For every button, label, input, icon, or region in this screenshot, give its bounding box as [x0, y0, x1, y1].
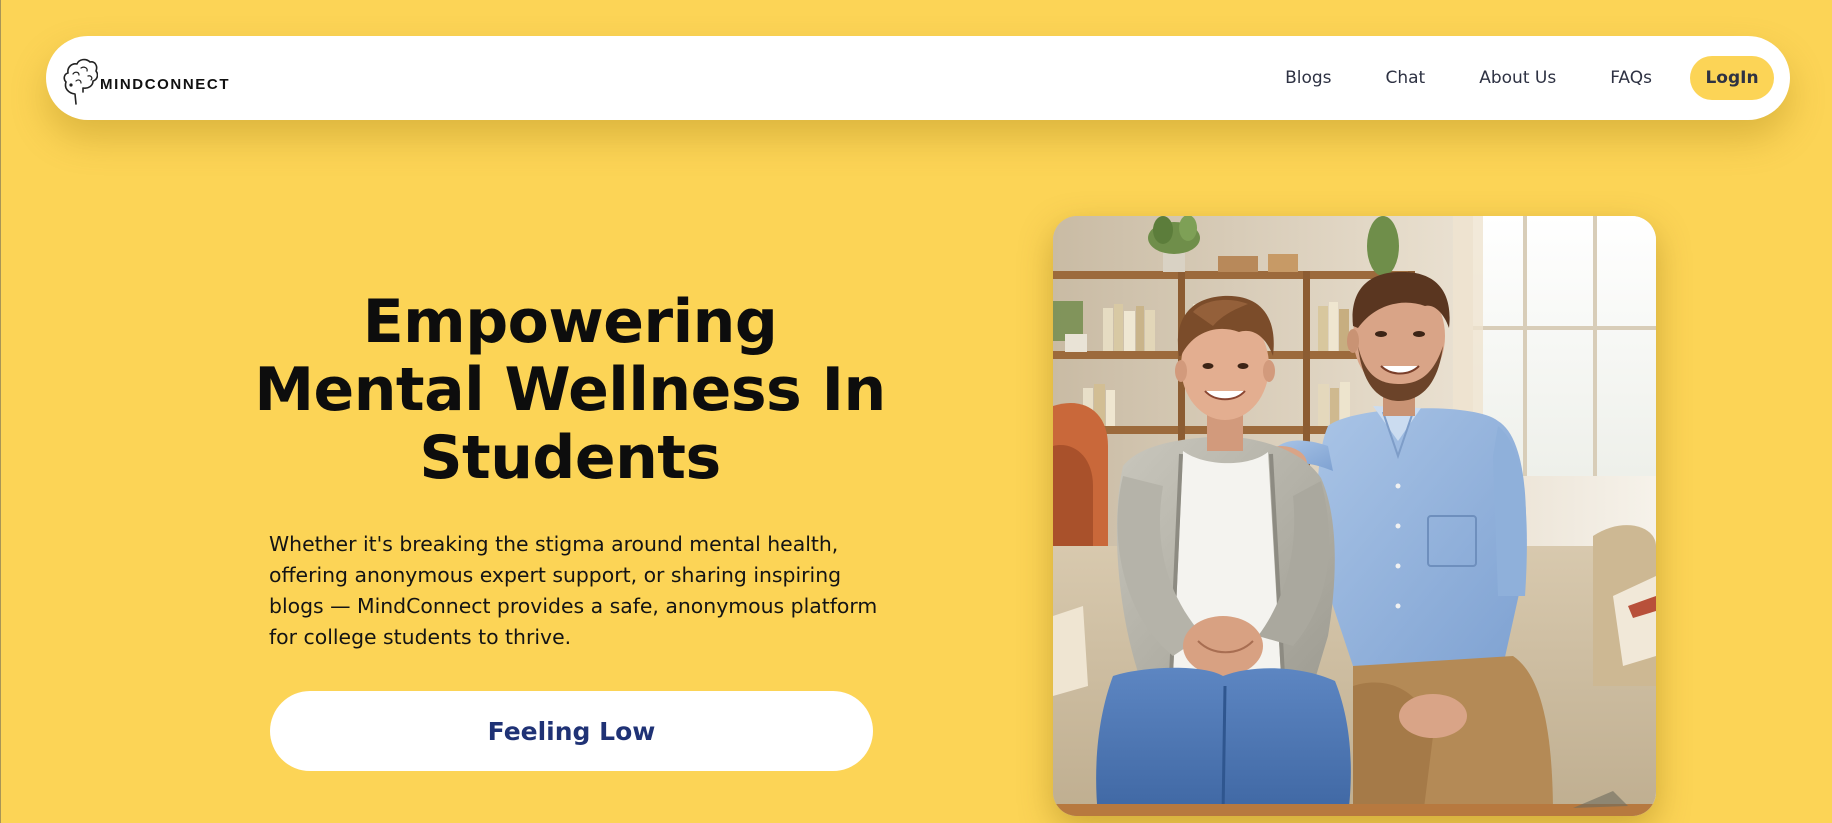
- nav-link-chat[interactable]: Chat: [1386, 68, 1426, 88]
- hero-title: Empowering Mental Wellness In Students: [250, 288, 890, 492]
- nav-link-blogs[interactable]: Blogs: [1285, 68, 1331, 88]
- feeling-low-button[interactable]: Feeling Low: [270, 691, 873, 771]
- brand-name: MINDCONNECT: [100, 75, 231, 93]
- nav-links: Blogs Chat About Us FAQs LogIn: [1285, 36, 1774, 120]
- brain-head-icon: [63, 58, 98, 105]
- navbar: MINDCONNECT Blogs Chat About Us FAQs Log…: [46, 36, 1790, 120]
- login-button[interactable]: LogIn: [1690, 56, 1774, 100]
- page-left-border: [0, 0, 1, 823]
- hero-description: Whether it's breaking the stigma around …: [269, 529, 889, 653]
- hero-description-line: Whether it's breaking the stigma around …: [269, 532, 839, 556]
- hero-title-line: Empowering: [362, 287, 778, 357]
- hero-title-line: Students: [419, 423, 721, 493]
- hero-description-line: offering anonymous expert support, or sh…: [269, 563, 842, 587]
- brand-logo[interactable]: MINDCONNECT: [62, 54, 230, 106]
- hero-title-line: Mental Wellness In: [254, 355, 886, 425]
- nav-link-faqs[interactable]: FAQs: [1610, 68, 1652, 88]
- nav-link-about-us[interactable]: About Us: [1479, 68, 1556, 88]
- hero-description-line: blogs — MindConnect provides a safe, ano…: [269, 594, 878, 618]
- hero-photo: [1053, 216, 1656, 816]
- hero-description-line: for college students to thrive.: [269, 625, 572, 649]
